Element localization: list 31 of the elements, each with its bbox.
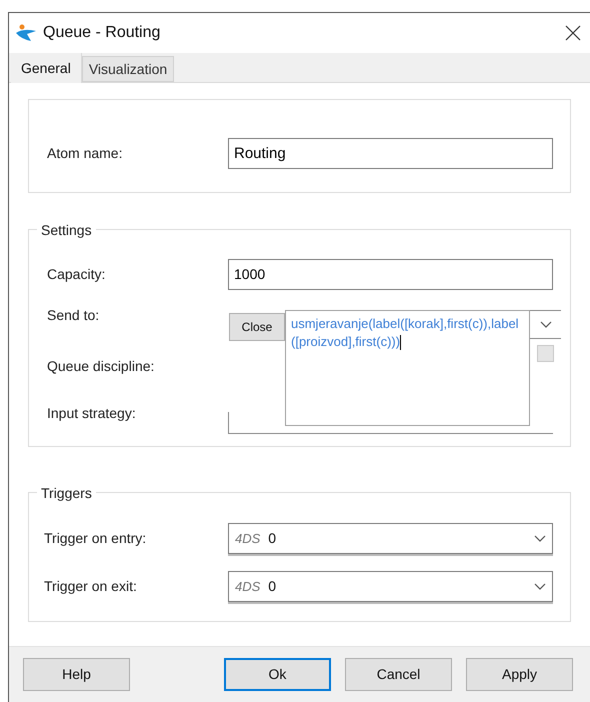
code-editor[interactable]: usmjeravanje(label([korak],first(c)),label([proizvod],first(c))) — [285, 310, 530, 426]
field-label: Queue discipline: — [47, 356, 156, 376]
input-field[interactable]: Routing — [228, 138, 553, 168]
tab[interactable]: General — [11, 53, 82, 83]
dialog-button[interactable]: Cancel — [345, 658, 452, 691]
field-label: Atom name: — [47, 144, 124, 162]
dropdown-field[interactable]: 4DS 0 — [228, 571, 553, 602]
field-label: Send to: — [47, 306, 100, 324]
field-label: Capacity: — [47, 264, 106, 284]
chevron-down-icon — [534, 582, 546, 590]
language-prefix: 4DS — [235, 530, 260, 548]
field-label: Trigger on exit: — [44, 577, 138, 596]
dialog-button[interactable]: Help — [23, 658, 130, 691]
dialog-button[interactable]: Apply — [466, 658, 573, 691]
app-logo-icon — [15, 24, 37, 42]
code-value: 0 — [268, 529, 276, 548]
close-button[interactable]: Close — [229, 313, 285, 341]
input-field[interactable]: 1000 — [228, 258, 553, 290]
chevron-down-icon — [540, 320, 552, 328]
tab[interactable]: Visualization — [82, 56, 174, 82]
chevron-down-icon — [534, 534, 546, 542]
close-icon[interactable] — [564, 24, 582, 42]
dropdown-field[interactable]: 4DS 0 — [228, 523, 553, 554]
field-label: Input strategy: — [47, 404, 137, 423]
dialog-button[interactable]: Ok — [224, 658, 331, 691]
window-title: Queue - Routing — [43, 23, 160, 43]
field-label: Trigger on entry: — [44, 529, 148, 548]
language-prefix: 4DS — [235, 578, 260, 596]
checkbox[interactable] — [537, 345, 554, 362]
code-value: 0 — [268, 577, 276, 596]
dropdown-button[interactable] — [530, 310, 561, 339]
